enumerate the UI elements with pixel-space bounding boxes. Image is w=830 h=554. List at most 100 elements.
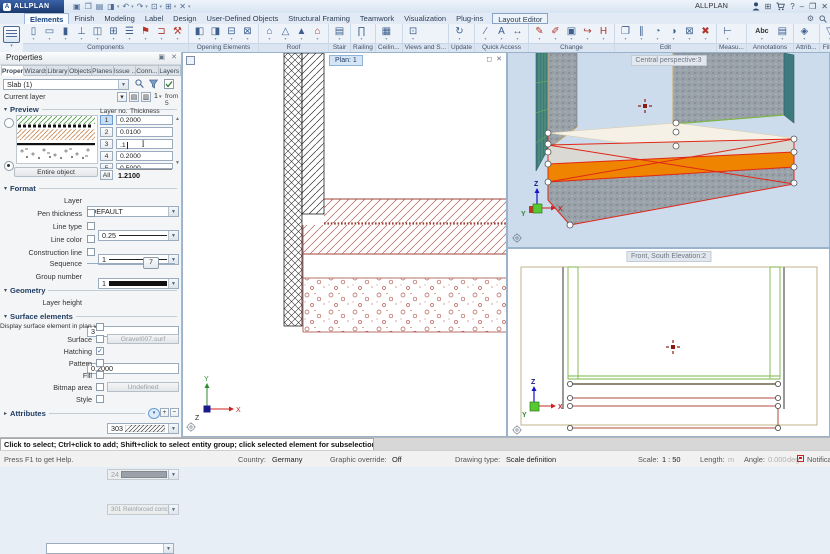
foundation-icon[interactable]: ⊥▾ xyxy=(74,26,89,41)
copy-icon[interactable]: ⊡ xyxy=(150,0,159,13)
undo-icon-caret[interactable]: ▾ xyxy=(131,4,134,10)
angle-value[interactable]: 0.000 xyxy=(768,455,787,464)
table-scroll-down-icon[interactable]: ▼ xyxy=(175,160,180,166)
close-panel-icon[interactable]: ✕ xyxy=(171,53,177,61)
help-icon[interactable]: ? xyxy=(790,0,794,13)
pattern-checkbox[interactable] xyxy=(96,359,104,367)
preview-radio-section[interactable] xyxy=(4,118,14,128)
door-icon[interactable]: ◫▾ xyxy=(90,26,105,41)
layers-all-chip[interactable]: All xyxy=(100,170,113,180)
panel-tab-propert[interactable]: Propert... xyxy=(1,65,24,76)
attributes-menu-icon[interactable]: ▾ xyxy=(148,408,160,419)
layer-down-icon[interactable]: ▥ xyxy=(141,92,151,102)
panel-tab-wizards[interactable]: Wizards xyxy=(24,65,46,76)
style-select[interactable]: 301 Reinforced concrete▼ xyxy=(107,504,179,515)
layer-dropdown-button[interactable]: ▾ xyxy=(117,92,127,102)
elevation-viewport[interactable]: Z X Y Front, South Elevation:2 xyxy=(507,248,830,437)
text-abc-icon[interactable]: Abc▾ xyxy=(750,26,774,41)
panel-tab-conn[interactable]: Conn... xyxy=(136,65,158,76)
layer-index-caret[interactable]: ▾ xyxy=(159,94,162,100)
display-surface-checkbox[interactable] xyxy=(96,323,104,331)
geometry-section-header[interactable]: ▾Geometry xyxy=(4,285,177,295)
connect-grid-icon[interactable]: ⊞ xyxy=(765,0,772,13)
layer-row-number[interactable]: 5 xyxy=(100,163,113,169)
restore-icon[interactable]: ❐ xyxy=(809,0,816,13)
measure-icon[interactable]: ⊢▾ xyxy=(720,26,735,41)
smart-opening-icon[interactable]: ⊠▾ xyxy=(240,26,255,41)
hatching-select[interactable]: 303 ▼ xyxy=(107,423,179,434)
roof-covering-icon[interactable]: ⌂▾ xyxy=(310,26,325,41)
sequence-slider-thumb[interactable]: 7 xyxy=(143,257,159,269)
railing-icon[interactable]: ∏▾ xyxy=(354,26,369,41)
stair-icon[interactable]: ▤▾ xyxy=(332,26,347,41)
door-opening-icon[interactable]: ◧▾ xyxy=(192,26,207,41)
notifications-label[interactable]: Notifications xyxy=(807,455,830,464)
downstand-beam-icon[interactable]: ▭▾ xyxy=(42,26,57,41)
menu-tab-user-defined-objects[interactable]: User-Defined Objects xyxy=(202,13,284,24)
override-value[interactable]: Off xyxy=(392,455,402,464)
pin-panel-icon[interactable]: ▣ xyxy=(158,53,165,61)
line-icon[interactable]: ∕▾ xyxy=(478,26,493,41)
elevation-title[interactable]: Front, South Elevation:2 xyxy=(626,251,711,262)
layer-thickness-input[interactable]: .1I xyxy=(116,139,173,149)
copy-properties-icon[interactable]: ▣▾ xyxy=(564,26,579,41)
length-value[interactable]: m xyxy=(728,455,734,464)
layer-row-number[interactable]: 2 xyxy=(100,127,113,137)
layer-thickness-input[interactable]: 0.2000 xyxy=(116,115,173,125)
style-checkbox[interactable] xyxy=(96,395,104,403)
plan-window-controls[interactable]: ◻ ✕ xyxy=(486,55,503,63)
save-icon[interactable]: ▤ xyxy=(95,0,105,13)
element-selector[interactable]: Slab (1)▼ xyxy=(3,79,129,90)
hatching-checkbox[interactable]: ✓ xyxy=(96,347,104,355)
menu-tab-modeling[interactable]: Modeling xyxy=(99,13,139,24)
minimize-icon[interactable]: – xyxy=(800,0,804,13)
layer-row-number[interactable]: 1 xyxy=(100,115,113,125)
settings-gear-icon[interactable]: ⚙ xyxy=(807,14,814,23)
close-icon[interactable]: ✕ xyxy=(821,0,828,13)
wall-icon[interactable]: ▯▾ xyxy=(26,26,41,41)
scale-value[interactable]: 1 : 50 xyxy=(662,455,681,464)
attributes-section-header[interactable]: ▸Attributes xyxy=(4,408,145,418)
stretch-icon[interactable]: ↪▾ xyxy=(580,26,595,41)
layer-thickness-input[interactable]: 0.0100 xyxy=(116,127,173,137)
line-type-checkbox[interactable] xyxy=(87,222,95,230)
menu-tab-design[interactable]: Design xyxy=(168,13,201,24)
panel-tab-planes[interactable]: Planes xyxy=(92,65,114,76)
surface-file-button[interactable]: Gravel007.surf xyxy=(107,334,179,344)
change-height-icon[interactable]: H▾ xyxy=(596,26,611,41)
dimension-icon[interactable]: ↔▾ xyxy=(510,26,525,41)
window-icon-caret[interactable]: ▾ xyxy=(174,4,177,10)
tools-icon[interactable]: ✕ xyxy=(178,0,187,13)
fill-checkbox[interactable] xyxy=(96,371,104,379)
panel-tab-layers[interactable]: Layers xyxy=(159,65,181,76)
bitmap-area-button[interactable]: Undefined xyxy=(107,382,179,392)
column-icon[interactable]: ▮▾ xyxy=(58,26,73,41)
panel-tab-library[interactable]: Library xyxy=(47,65,69,76)
table-scroll-up-icon[interactable]: ▲ xyxy=(175,116,180,122)
surface-section-header[interactable]: ▾Surface elements xyxy=(4,311,177,321)
delete-icon[interactable]: ✖▾ xyxy=(698,26,713,41)
connect-icon[interactable]: ⊐▾ xyxy=(154,26,169,41)
layer-style-select[interactable]: DEFAULT▼ xyxy=(87,206,179,217)
perspective-title[interactable]: Central perspective:3 xyxy=(630,55,706,66)
panel-tab-objects[interactable]: Objects xyxy=(69,65,91,76)
add-attribute-icon[interactable]: + xyxy=(160,408,169,417)
drawing-type-value[interactable]: Scale definition xyxy=(506,455,556,464)
copy-icon-caret[interactable]: ▾ xyxy=(160,4,163,10)
element-grid-icon[interactable]: ☰▾ xyxy=(122,26,137,41)
apply-check-icon[interactable] xyxy=(164,79,174,89)
panel-tab-issue[interactable]: Issue ... xyxy=(114,65,136,76)
shop-cart-icon[interactable] xyxy=(776,2,785,11)
fill-select[interactable]: 24 ▼ xyxy=(107,469,179,480)
menu-tab-structural-framing[interactable]: Structural Framing xyxy=(283,13,355,24)
menu-tab-teamwork[interactable]: Teamwork xyxy=(355,13,399,24)
layer-index[interactable]: 1 xyxy=(154,93,158,100)
filter-icon[interactable]: ▽▾ xyxy=(823,26,830,41)
mirror-icon[interactable]: ◑▾ xyxy=(666,26,681,41)
open-icon[interactable]: ❐ xyxy=(84,0,93,13)
roof-plane-icon[interactable]: ⌂▾ xyxy=(262,26,277,41)
menu-tab-finish[interactable]: Finish xyxy=(69,13,99,24)
filter-funnel-icon[interactable] xyxy=(149,79,158,89)
menu-tab-visualization[interactable]: Visualization xyxy=(399,13,451,24)
label-icon[interactable]: ▤▾ xyxy=(775,26,790,41)
